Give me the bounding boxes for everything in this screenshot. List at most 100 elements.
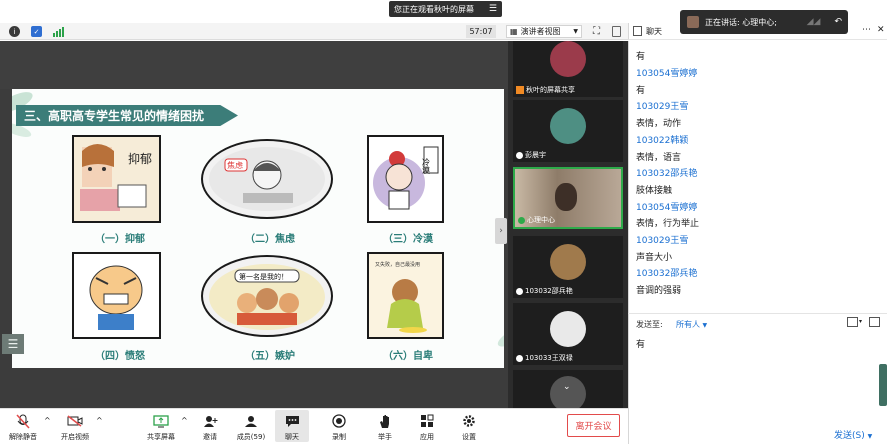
close-icon[interactable]: ✕ — [877, 25, 885, 35]
avatar — [550, 244, 586, 280]
record-button[interactable]: 录制 — [328, 410, 350, 442]
indifference-illustration: 冷漠 — [367, 135, 444, 223]
leaf-decoration — [495, 323, 504, 351]
collapse-toast-icon[interactable]: ↶ — [834, 17, 842, 27]
send-to-label: 发送至: — [636, 320, 663, 329]
participant-tile[interactable]: ⌄ — [513, 370, 623, 412]
participant-name: 103033王双禄 — [525, 354, 573, 362]
anxiety-text: 焦虑 — [227, 160, 243, 170]
participant-name-row: 103032邵兵艳 — [516, 286, 573, 296]
mic-icon — [518, 216, 525, 224]
chat-message: 有 — [636, 52, 646, 62]
caption-indifference: （三）冷漠 — [383, 234, 433, 245]
caption-anger: （四）愤怒 — [95, 351, 145, 362]
send-to-selector[interactable]: 所有人 ▼ — [676, 319, 707, 330]
chat-input[interactable]: 有 — [636, 337, 645, 350]
chat-sender[interactable]: 103032邵兵艳 — [636, 166, 697, 179]
view-selector-label: 演讲者视图 — [520, 27, 561, 36]
participant-tile[interactable]: 103033王双禄 — [513, 303, 623, 365]
members-icon — [242, 413, 260, 429]
participant-tile[interactable]: 秋叶的屏幕共享 — [513, 41, 623, 97]
chat-sender[interactable]: 103029王雪 — [636, 99, 688, 112]
record-label: 录制 — [332, 433, 346, 441]
participant-name-row: 秋叶的屏幕共享 — [516, 85, 575, 95]
side-scroll-handle[interactable] — [879, 364, 887, 406]
depression-illustration: 抑郁 — [72, 135, 161, 223]
gear-icon — [460, 413, 478, 429]
send-to-value: 所有人 — [676, 320, 700, 329]
mic-muted-icon — [14, 413, 32, 429]
signal-icon[interactable] — [53, 26, 64, 37]
shared-screen-top — [0, 41, 508, 89]
meeting-toolbar: i ✓ 57:07 ▦ 演讲者视图 ▼ ⛶ — [0, 23, 628, 40]
chat-window-icon — [633, 26, 642, 36]
chat-sender[interactable]: 103054雪婷婷 — [636, 200, 697, 213]
share-screen-label: 共享屏幕 — [147, 433, 175, 441]
participant-tile-active-speaker[interactable]: 心理中心 — [513, 167, 623, 229]
settings-button[interactable]: 设置 — [458, 410, 480, 442]
camera-off-icon — [66, 413, 84, 429]
video-label: 开启视频 — [61, 433, 89, 441]
participant-tile[interactable]: 彭晨宇 — [513, 100, 623, 162]
video-button[interactable]: 开启视频 — [58, 410, 92, 442]
image-icon[interactable] — [847, 317, 858, 327]
chevron-up-icon[interactable]: ^ — [96, 416, 103, 425]
raise-hand-button[interactable]: 举手 — [374, 410, 396, 442]
raise-hand-label: 举手 — [378, 433, 392, 441]
chevron-up-icon[interactable]: ^ — [181, 416, 188, 425]
mic-muted-icon — [516, 354, 523, 362]
jealousy-text: 第一名是我的！ — [239, 272, 288, 281]
caption-anxiety: （二）焦虑 — [245, 234, 295, 245]
inferiority-text: 又失败，自己最没用 — [375, 261, 420, 268]
banner-text: 您正在观看秋叶的屏幕 — [394, 4, 474, 14]
chat-label: 聊天 — [285, 433, 299, 441]
participant-tile[interactable]: 103032邵兵艳 — [513, 236, 623, 298]
anger-illustration — [72, 252, 161, 339]
apps-label: 应用 — [420, 433, 434, 441]
chat-button[interactable]: 聊天 — [275, 410, 309, 442]
apps-icon — [418, 413, 436, 429]
avatar — [550, 108, 586, 144]
mic-muted-icon — [516, 151, 523, 159]
view-selector[interactable]: ▦ 演讲者视图 ▼ — [506, 25, 582, 38]
invite-label: 邀请 — [203, 433, 217, 441]
invite-button[interactable]: 邀请 — [199, 410, 221, 442]
more-icon[interactable]: ⋯ — [862, 25, 871, 35]
screenshot-icon[interactable] — [869, 317, 880, 327]
members-label: 成员(59) — [236, 433, 266, 441]
chevron-down-icon[interactable]: ⌄ — [563, 382, 571, 392]
participant-name: 心理中心 — [527, 216, 555, 224]
leave-meeting-button[interactable]: 离开会议 — [567, 414, 620, 437]
chat-sender[interactable]: 103029王雪 — [636, 233, 688, 246]
chat-sender[interactable]: 103032邵兵艳 — [636, 266, 697, 279]
slide-menu-handle[interactable]: ☰ — [2, 334, 24, 354]
share-screen-icon — [152, 413, 170, 429]
chevron-down-icon: ▼ — [867, 433, 873, 440]
indifference-text: 冷漠 — [422, 157, 431, 175]
fullscreen-icon[interactable]: ⛶ — [591, 26, 602, 37]
apps-button[interactable]: 应用 — [416, 410, 438, 442]
chat-sender[interactable]: 103022韩颖 — [636, 133, 688, 146]
chevron-down-icon: ▼ — [702, 322, 708, 329]
chat-message: 有 — [636, 86, 646, 96]
chevron-down-icon[interactable]: ▾ — [859, 318, 862, 325]
caption-jealousy: （五）嫉妒 — [245, 351, 295, 362]
share-screen-button[interactable]: 共享屏幕 — [144, 410, 178, 442]
chevron-up-icon[interactable]: ^ — [44, 416, 51, 425]
unmute-button[interactable]: 解除静音 — [7, 410, 39, 442]
chat-sender[interactable]: 103054雪婷婷 — [636, 66, 697, 79]
screen-share-banner: 您正在观看秋叶的屏幕 ☰ — [389, 1, 502, 17]
send-button-label: 发送(S) — [834, 431, 865, 441]
chat-message: 表情，动作 — [636, 119, 682, 129]
collapse-panel-button[interactable]: › — [495, 218, 507, 244]
shield-icon[interactable]: ✓ — [31, 26, 42, 37]
panel-toggle-icon[interactable] — [612, 26, 621, 37]
banner-menu-icon[interactable]: ☰ — [489, 4, 497, 14]
add-user-icon — [201, 413, 219, 429]
unmute-label: 解除静音 — [9, 433, 37, 441]
participant-name: 彭晨宇 — [525, 151, 546, 159]
speaker-silhouette — [555, 183, 577, 211]
send-button[interactable]: 发送(S) ▼ — [834, 428, 872, 441]
info-icon[interactable]: i — [9, 26, 20, 37]
members-button[interactable]: 成员(59) — [236, 410, 266, 442]
